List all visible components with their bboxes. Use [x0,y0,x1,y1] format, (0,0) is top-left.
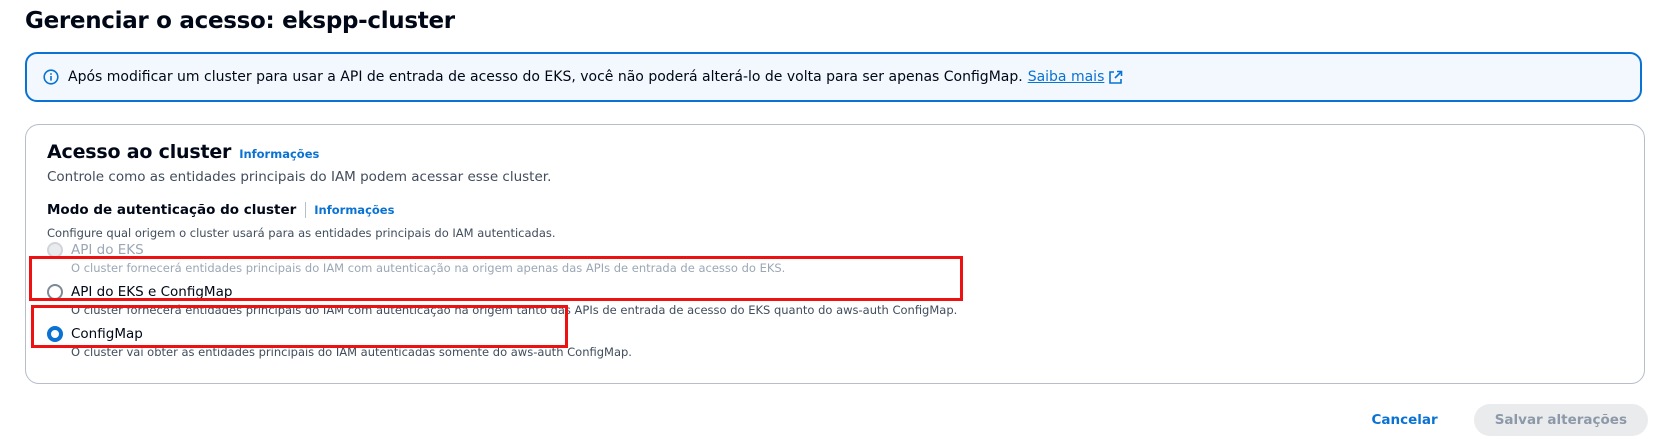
radio-eks-api-and-configmap[interactable] [47,284,63,300]
auth-mode-info-link[interactable]: Informações [314,203,394,217]
info-alert: Após modificar um cluster para usar a AP… [25,52,1642,102]
option-label: API do EKS e ConfigMap [71,284,233,300]
panel-title: Acesso ao cluster [47,141,232,163]
page-title: Gerenciar o acesso: ekspp-cluster [25,8,455,34]
radio-option-eks-api-and-configmap[interactable]: API do EKS e ConfigMap O cluster fornece… [47,283,957,319]
info-icon [43,69,59,85]
alert-text: Após modificar um cluster para usar a AP… [68,69,1023,85]
auth-mode-description: Configure qual origem o cluster usará pa… [47,226,556,240]
radio-option-configmap[interactable]: ConfigMap O cluster vai obter as entidad… [47,325,632,361]
label-divider [305,202,307,218]
option-description: O cluster fornecerá entidades principais… [71,303,958,317]
learn-more-label: Saiba mais [1027,69,1105,85]
cluster-access-info-link[interactable]: Informações [239,147,319,161]
option-label: ConfigMap [71,326,143,342]
panel-header: Acesso ao cluster Informações [47,141,319,163]
save-changes-button[interactable]: Salvar alterações [1473,404,1648,436]
radio-eks-api [47,242,63,258]
radio-configmap[interactable] [47,326,63,342]
cancel-button[interactable]: Cancelar [1366,411,1444,429]
cluster-access-panel: Acesso ao cluster Informações Controle c… [25,124,1645,384]
option-description: O cluster fornecerá entidades principais… [71,261,786,275]
radio-option-eks-api: API do EKS O cluster fornecerá entidades… [47,241,785,277]
option-label: API do EKS [71,242,144,258]
footer-actions: Cancelar Salvar alterações [1366,404,1648,436]
auth-mode-label: Modo de autenticação do cluster [47,202,297,218]
panel-description: Controle como as entidades principais do… [47,169,552,185]
auth-mode-label-row: Modo de autenticação do cluster Informaç… [47,202,394,218]
external-link-icon [1108,70,1123,85]
option-description: O cluster vai obter as entidades princip… [71,345,632,359]
learn-more-link[interactable]: Saiba mais [1028,69,1124,85]
